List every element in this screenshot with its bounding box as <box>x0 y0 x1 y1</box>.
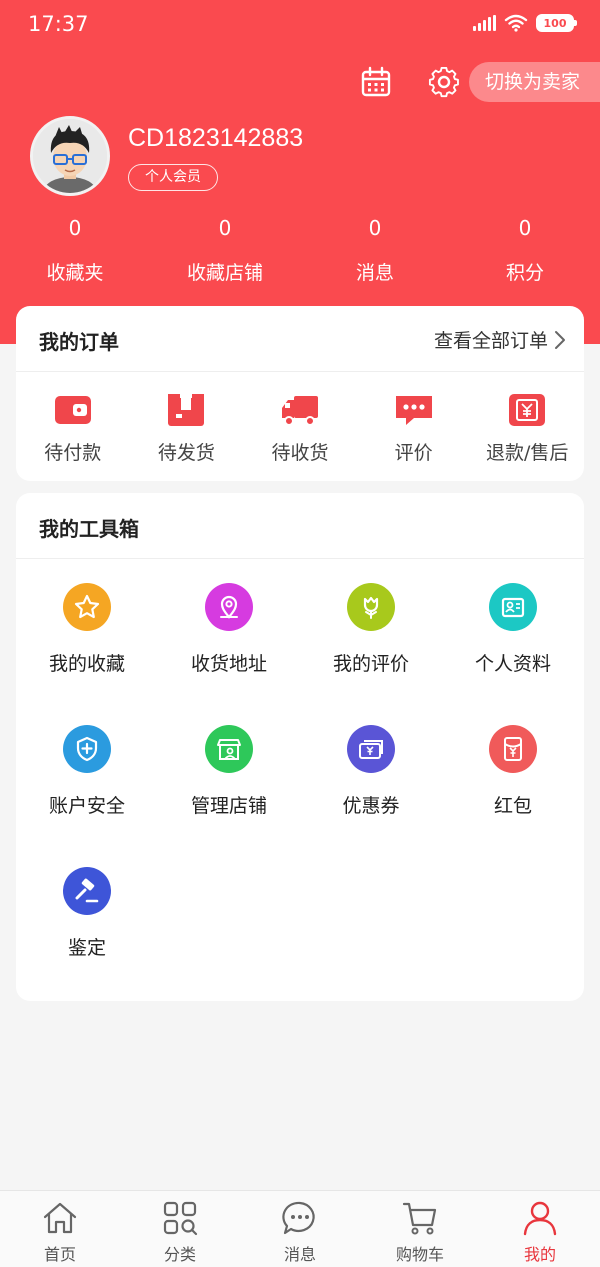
avatar-illustration <box>33 119 107 193</box>
avatar[interactable] <box>30 116 110 196</box>
flower-icon <box>347 583 395 631</box>
nav-messages[interactable]: 消息 <box>240 1191 360 1267</box>
truck-icon <box>281 396 318 426</box>
nav-label: 我的 <box>523 1245 556 1264</box>
refund-icon <box>509 394 546 426</box>
chevron-right-icon <box>555 330 565 349</box>
tool-label: 红包 <box>493 795 532 817</box>
tool-red-packet[interactable]: 红包 <box>442 725 584 867</box>
nav-label: 首页 <box>43 1245 76 1264</box>
tool-label: 账户安全 <box>48 795 125 817</box>
orders-card: 我的订单 查看全部订单 待付款 待发货 待收货 评价 退款/售后 <box>16 306 584 481</box>
signal-icon <box>473 15 496 31</box>
comment-icon <box>395 396 432 425</box>
stat-label: 消息 <box>355 262 394 284</box>
member-badge: 个人会员 <box>128 164 218 191</box>
status-bar: 17:37 100 <box>0 0 600 50</box>
username: CD1823142883 <box>128 124 304 152</box>
tool-label: 收货地址 <box>190 653 267 675</box>
tool-label: 优惠券 <box>342 795 400 817</box>
cart-icon <box>402 1202 437 1235</box>
order-label: 待付款 <box>44 442 102 464</box>
tool-shipping-address[interactable]: 收货地址 <box>158 583 300 725</box>
nav-label: 消息 <box>283 1245 316 1264</box>
stat-points[interactable]: 0 积分 <box>450 212 600 292</box>
tool-label: 鉴定 <box>67 937 106 959</box>
tool-coupons[interactable]: 优惠券 <box>300 725 442 867</box>
tool-profile[interactable]: 个人资料 <box>442 583 584 725</box>
battery-icon: 100 <box>536 14 577 32</box>
stat-label: 积分 <box>505 262 544 284</box>
stat-messages[interactable]: 0 消息 <box>300 212 450 292</box>
order-label: 退款/售后 <box>485 442 569 464</box>
stat-label: 收藏夹 <box>46 262 104 284</box>
gear-icon[interactable] <box>426 64 462 100</box>
tool-label: 个人资料 <box>474 653 551 675</box>
switch-to-seller-button[interactable]: 切换为卖家 <box>469 62 600 102</box>
order-status-row: 待付款 待发货 待收货 评价 退款/售后 <box>16 372 584 480</box>
profile-card-icon <box>489 583 537 631</box>
wifi-icon <box>504 14 528 32</box>
nav-home[interactable]: 首页 <box>0 1191 120 1267</box>
toolbox-card: 我的工具箱 我的收藏 收货地址 我的评价 个人资料 账户安全 管理店铺 优惠券 … <box>16 493 584 1001</box>
stat-label: 收藏店铺 <box>186 262 263 284</box>
bottom-nav: 首页 分类 消息 购物车 我的 <box>0 1190 600 1267</box>
star-icon <box>63 583 111 631</box>
tool-label: 我的收藏 <box>48 653 125 675</box>
order-label: 评价 <box>394 442 433 464</box>
nav-category[interactable]: 分类 <box>120 1191 240 1267</box>
calendar-icon[interactable] <box>358 64 394 100</box>
order-pending-receipt[interactable]: 待收货 <box>243 372 357 480</box>
store-icon <box>205 725 253 773</box>
stat-value: 0 <box>218 216 232 240</box>
user-icon <box>523 1201 557 1236</box>
stat-favorite-stores[interactable]: 0 收藏店铺 <box>150 212 300 292</box>
nav-label: 购物车 <box>395 1245 444 1264</box>
toolbox-title: 我的工具箱 <box>39 517 139 541</box>
view-all-label: 查看全部订单 <box>433 330 548 352</box>
nav-label: 分类 <box>163 1245 196 1264</box>
tool-appraisal[interactable]: 鉴定 <box>16 867 158 1009</box>
gavel-icon <box>63 867 111 915</box>
order-label: 待发货 <box>157 442 215 464</box>
status-icons: 100 <box>473 14 577 32</box>
stat-value: 0 <box>68 216 82 240</box>
package-icon <box>168 394 205 426</box>
nav-cart[interactable]: 购物车 <box>360 1191 480 1267</box>
toolbox-header: 我的工具箱 <box>16 493 584 559</box>
order-refund[interactable]: 退款/售后 <box>470 372 584 480</box>
nav-mine[interactable]: 我的 <box>480 1191 600 1267</box>
category-icon <box>163 1201 198 1236</box>
orders-header: 我的订单 查看全部订单 <box>16 306 584 372</box>
tool-my-favorites[interactable]: 我的收藏 <box>16 583 158 725</box>
tool-label: 管理店铺 <box>190 795 267 817</box>
orders-title: 我的订单 <box>39 330 119 354</box>
stat-favorites[interactable]: 0 收藏夹 <box>0 212 150 292</box>
view-all-orders-link[interactable]: 查看全部订单 <box>434 326 566 353</box>
shield-icon <box>63 725 111 773</box>
order-label: 待收货 <box>271 442 329 464</box>
message-icon <box>282 1201 315 1235</box>
wallet-icon <box>54 396 91 424</box>
order-pending-payment[interactable]: 待付款 <box>16 372 130 480</box>
stat-value: 0 <box>518 216 532 240</box>
order-to-review[interactable]: 评价 <box>357 372 471 480</box>
stats-row: 0 收藏夹 0 收藏店铺 0 消息 0 积分 <box>0 212 600 292</box>
coupon-icon <box>347 725 395 773</box>
tool-label: 我的评价 <box>332 653 409 675</box>
status-time: 17:37 <box>28 12 89 36</box>
order-pending-shipment[interactable]: 待发货 <box>130 372 244 480</box>
stat-value: 0 <box>368 216 382 240</box>
red-packet-icon <box>489 725 537 773</box>
home-icon <box>43 1202 77 1234</box>
tool-account-security[interactable]: 账户安全 <box>16 725 158 867</box>
tool-manage-store[interactable]: 管理店铺 <box>158 725 300 867</box>
toolbox-grid: 我的收藏 收货地址 我的评价 个人资料 账户安全 管理店铺 优惠券 红包 鉴定 <box>16 559 584 1009</box>
location-icon <box>205 583 253 631</box>
tool-my-reviews[interactable]: 我的评价 <box>300 583 442 725</box>
